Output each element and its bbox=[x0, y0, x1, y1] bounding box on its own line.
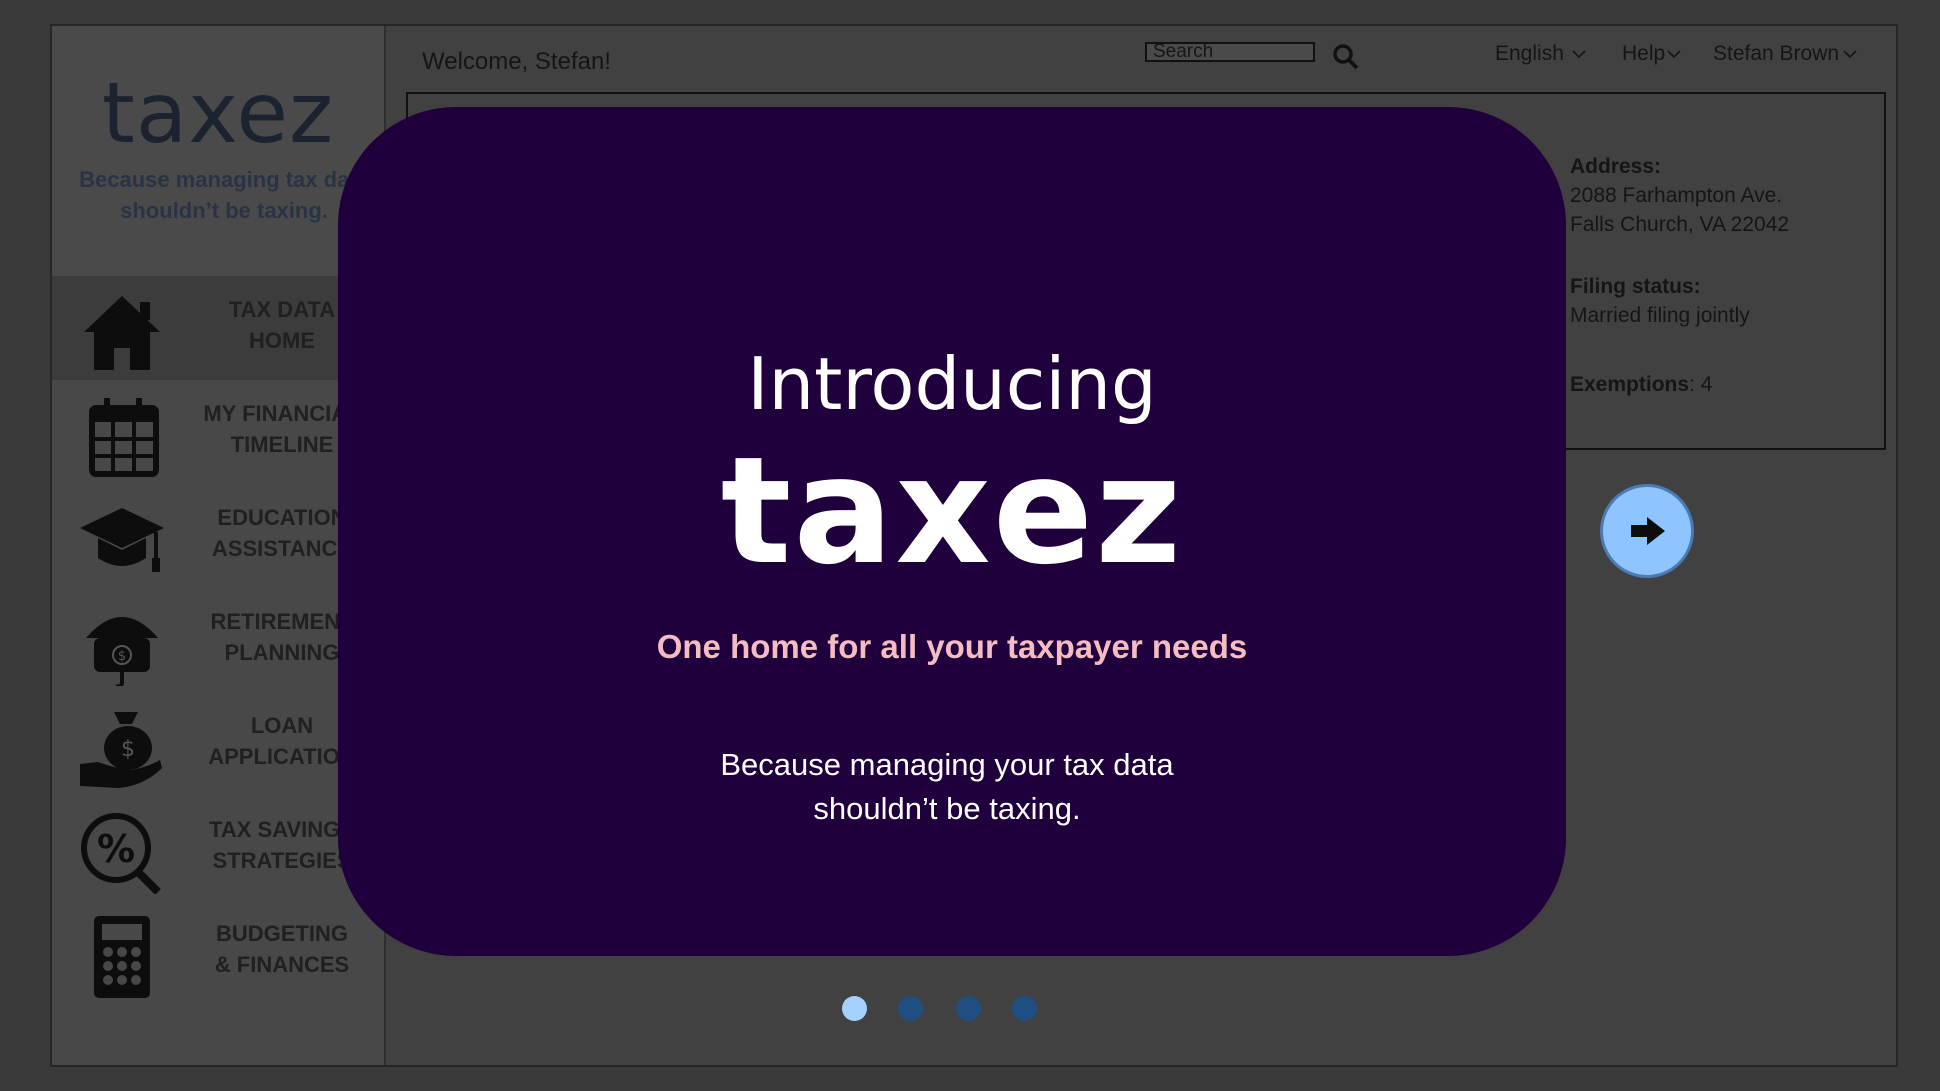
chevron-down-icon bbox=[1572, 50, 1586, 59]
sidebar-item-budgeting-finances[interactable]: BUDGETING & FINANCES bbox=[52, 900, 384, 1004]
filing-status-value: Married filing jointly bbox=[1570, 304, 1750, 327]
exemptions-label: Exemptions bbox=[1570, 373, 1690, 396]
svg-text:$: $ bbox=[121, 737, 135, 762]
money-bag-hand-icon: $ bbox=[80, 712, 162, 788]
logo-tagline: Because managing tax data shouldn’t be t… bbox=[79, 167, 369, 223]
language-dropdown[interactable]: English bbox=[1495, 42, 1586, 66]
graduation-cap-icon bbox=[80, 508, 164, 572]
welcome-message: Welcome, Stefan! bbox=[422, 48, 611, 75]
percent-magnifier-icon: % bbox=[81, 813, 161, 894]
user-name: Stefan Brown bbox=[1713, 42, 1840, 65]
modal-description: Because managing your tax data shouldn’t… bbox=[720, 747, 1174, 826]
carousel-dot-1[interactable] bbox=[842, 996, 867, 1021]
welcome-modal: Introducing taxez One home for all your … bbox=[338, 107, 1566, 956]
filing-status-label: Filing status: bbox=[1570, 275, 1701, 298]
exemptions-block: Exemptions: 4 bbox=[1570, 370, 1712, 399]
modal-intro-text: Introducing bbox=[747, 342, 1157, 426]
calculator-icon bbox=[94, 916, 150, 998]
sidebar: taxez Because managing tax data shouldn’… bbox=[52, 26, 386, 1065]
address-block: Address: 2088 Farhampton Ave. Falls Chur… bbox=[1570, 152, 1789, 239]
modal-brand-logo: taxez bbox=[720, 425, 1184, 597]
sidebar-item-financial-timeline[interactable]: MY FINANCIAL TIMELINE bbox=[52, 380, 384, 484]
sidebar-item-loan-application[interactable]: $ LOAN APPLICATION bbox=[52, 692, 384, 796]
sidebar-item-retirement-planning[interactable]: $ RETIREMENT PLANNING bbox=[52, 588, 384, 692]
user-menu[interactable]: Stefan Brown bbox=[1713, 42, 1857, 66]
next-button[interactable] bbox=[1600, 484, 1694, 578]
sidebar-item-label: BUDGETING & FINANCES bbox=[214, 921, 350, 977]
carousel-dot-4[interactable] bbox=[1012, 996, 1037, 1021]
search-input[interactable]: Search bbox=[1145, 42, 1315, 62]
svg-text:%: % bbox=[97, 827, 135, 871]
umbrella-money-icon: $ bbox=[86, 617, 158, 686]
modal-tagline: One home for all your taxpayer needs bbox=[656, 628, 1248, 665]
address-label: Address: bbox=[1570, 155, 1662, 178]
address-line-2: Falls Church, VA 22042 bbox=[1570, 213, 1790, 236]
language-label: English bbox=[1495, 42, 1564, 65]
help-label: Help bbox=[1622, 42, 1666, 65]
logo-area: taxez Because managing tax data shouldn’… bbox=[52, 26, 384, 274]
address-line-1: 2088 Farhampton Ave. bbox=[1570, 184, 1783, 207]
sidebar-item-tax-savings-strategies[interactable]: % TAX SAVINGS STRATEGIES bbox=[52, 796, 384, 900]
carousel-dot-3[interactable] bbox=[956, 996, 981, 1021]
search-icon[interactable] bbox=[1332, 43, 1360, 71]
calendar-icon bbox=[89, 398, 159, 477]
svg-text:$: $ bbox=[118, 649, 126, 664]
chevron-down-icon bbox=[1843, 50, 1857, 59]
exemptions-value: : 4 bbox=[1689, 373, 1713, 396]
sidebar-item-education-assistance[interactable]: EDUCATION ASSISTANCE bbox=[52, 484, 384, 588]
chevron-down-icon bbox=[1667, 50, 1681, 59]
carousel-dot-2[interactable] bbox=[898, 996, 923, 1021]
sidebar-item-tax-data-home[interactable]: TAX DATA HOME bbox=[52, 276, 384, 380]
filing-status-block: Filing status: Married filing jointly bbox=[1570, 272, 1750, 330]
arrow-right-icon bbox=[1631, 517, 1665, 545]
help-dropdown[interactable]: Help bbox=[1622, 42, 1681, 66]
house-icon bbox=[84, 296, 160, 370]
app-logo[interactable]: taxez bbox=[52, 64, 384, 162]
